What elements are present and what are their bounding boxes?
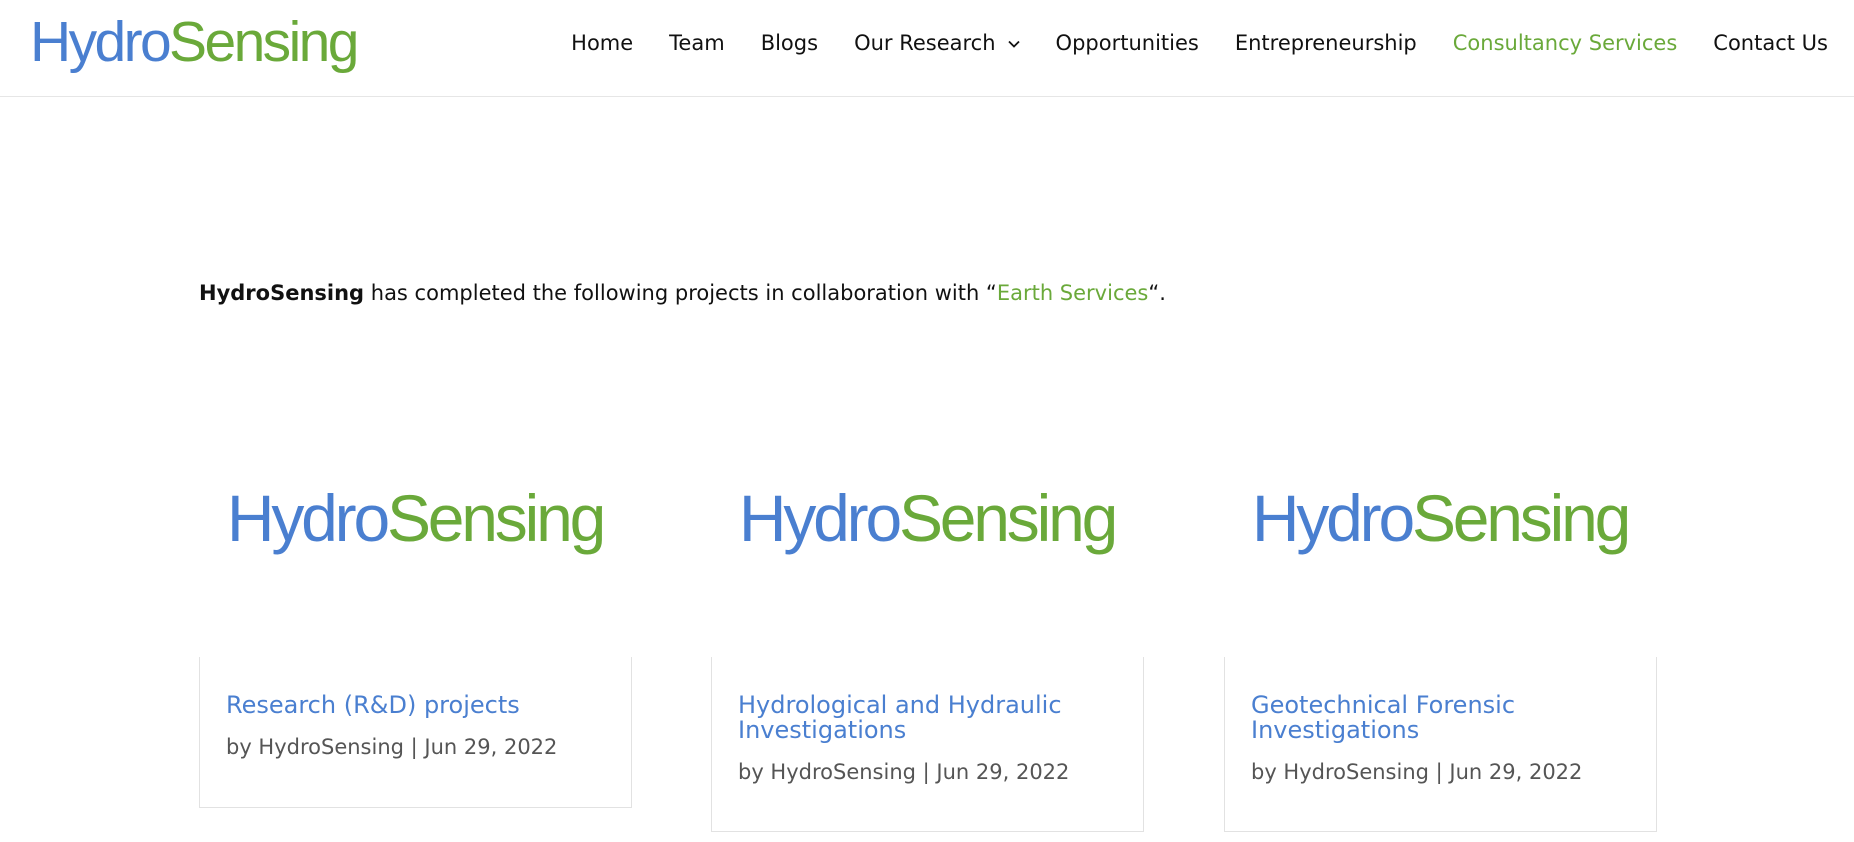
- chevron-down-icon: [1007, 36, 1020, 52]
- post-title-link[interactable]: Geotechnical Forensic Investigations: [1251, 693, 1630, 743]
- logo-text-sensing: Sensing: [898, 481, 1118, 555]
- logo-text-sensing: Sensing: [1411, 481, 1631, 555]
- intro-text-end: “.: [1148, 281, 1166, 305]
- main-navigation: Home Team Blogs Our Research Opportuniti…: [571, 0, 1828, 86]
- intro-text: has completed the following projects in …: [364, 281, 997, 305]
- intro-brand: HydroSensing: [199, 281, 365, 305]
- nav-item-label: Team: [669, 31, 725, 55]
- logo-text-hydro: Hydro: [1251, 481, 1415, 555]
- post-title-link[interactable]: Hydrological and Hydraulic Investigation…: [738, 693, 1117, 743]
- nav-item-label: Opportunities: [1055, 31, 1199, 55]
- earth-services-link[interactable]: Earth Services: [997, 281, 1149, 305]
- site-header: HydroSensing Home Team Blogs Our Researc…: [0, 0, 1854, 97]
- site-logo[interactable]: HydroSensing: [30, 6, 359, 78]
- logo-text-sensing: Sensing: [386, 481, 606, 555]
- nav-item-label: Our Research: [854, 31, 996, 55]
- post-meta: by HydroSensing | Jun 29, 2022: [226, 735, 558, 759]
- nav-item-blogs[interactable]: Blogs: [761, 31, 818, 55]
- logo-text-hydro: Hydro: [226, 481, 390, 555]
- nav-item-label: Blogs: [760, 31, 819, 55]
- post-meta: by HydroSensing | Jun 29, 2022: [738, 760, 1070, 784]
- nav-item-label: Contact Us: [1713, 31, 1828, 55]
- post-card: Hydrological and Hydraulic Investigation…: [711, 657, 1144, 832]
- post-card: Research (R&D) projects by HydroSensing …: [199, 657, 632, 808]
- logo-text-hydro: Hydro: [738, 481, 902, 555]
- nav-item-home[interactable]: Home: [571, 31, 633, 55]
- card-thumbnail[interactable]: HydroSensing: [711, 478, 1143, 558]
- nav-item-label: Consultancy Services: [1452, 31, 1678, 55]
- nav-item-contact-us[interactable]: Contact Us: [1713, 31, 1828, 55]
- intro-paragraph: HydroSensing has completed the following…: [199, 281, 1166, 305]
- nav-item-our-research[interactable]: Our Research: [854, 31, 1020, 55]
- logo-text-sensing: Sensing: [169, 10, 359, 74]
- post-meta: by HydroSensing | Jun 29, 2022: [1251, 760, 1583, 784]
- logo-text-hydro: Hydro: [30, 10, 172, 74]
- nav-item-label: Home: [571, 31, 634, 55]
- card-thumbnail[interactable]: HydroSensing: [1224, 478, 1656, 558]
- post-card: Geotechnical Forensic Investigations by …: [1224, 657, 1657, 832]
- nav-item-opportunities[interactable]: Opportunities: [1056, 31, 1199, 55]
- nav-item-team[interactable]: Team: [669, 31, 725, 55]
- nav-item-consultancy-services[interactable]: Consultancy Services: [1453, 31, 1678, 55]
- card-thumbnail[interactable]: HydroSensing: [199, 478, 631, 558]
- post-title-link[interactable]: Research (R&D) projects: [226, 693, 605, 718]
- nav-item-label: Entrepreneurship: [1234, 31, 1417, 55]
- nav-item-entrepreneurship[interactable]: Entrepreneurship: [1235, 31, 1417, 55]
